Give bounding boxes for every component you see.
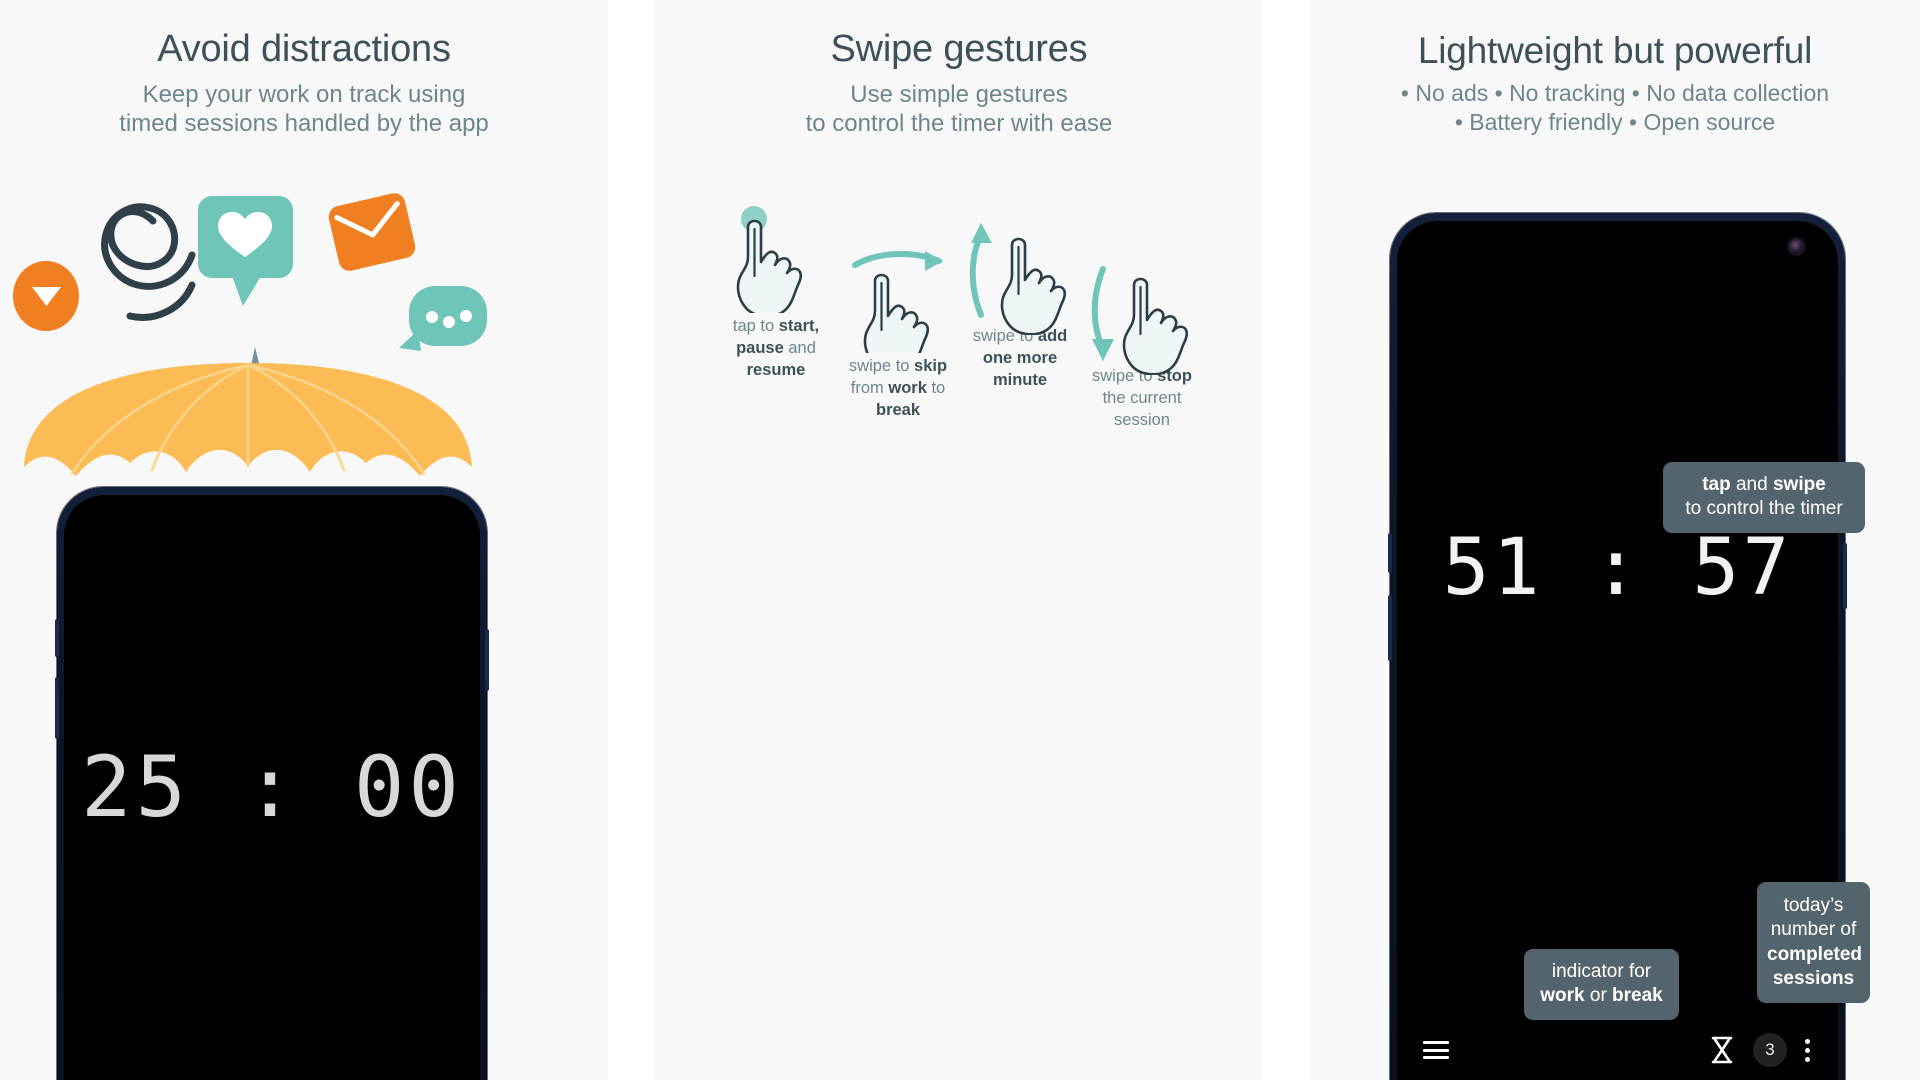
play-circle-icon (13, 261, 79, 331)
gesture-legend: tap to start, pause and resume swipe to … (655, 205, 1263, 432)
hand-swipe-down-icon (1091, 266, 1189, 376)
gesture-swipe-down-caption: swipe to stop the current session (1092, 367, 1192, 429)
timer-display-3: 51 : 57 (1442, 523, 1793, 613)
bottom-bar-left (1423, 1041, 1449, 1059)
gesture-swipe-right-caption: swipe to skip from work to break (848, 357, 948, 419)
app-bottom-bar: 3 (1405, 1020, 1830, 1080)
panel-swipe-gestures: Swipe gestures Use simple gestures to co… (655, 0, 1263, 1080)
gesture-swipe-right-art (837, 245, 959, 372)
tooltip-tap-and-swipe-line1: tap and swipe (1702, 474, 1826, 495)
panel2-header: Swipe gestures Use simple gestures to co… (655, 0, 1263, 138)
tooltip-sessions-line4: sessions (1772, 967, 1855, 989)
phone3-camera-icon (1789, 239, 1804, 254)
bottom-bar-right: 3 (1709, 1033, 1810, 1067)
panel1-subtitle-line1: Keep your work on track using (142, 80, 466, 108)
envelope-icon (328, 193, 416, 271)
panel1-subtitle: Keep your work on track using timed sess… (0, 80, 608, 139)
gesture-swipe-right: swipe to skip from work to break (837, 245, 959, 422)
panel3-subtitle-line1: • No ads • No tracking • No data collect… (1400, 80, 1830, 107)
phone1-side-button-b (55, 677, 59, 739)
panel-divider-2 (1263, 0, 1310, 1080)
panel-divider-1 (608, 0, 655, 1080)
phone3-side-button-a (1388, 533, 1392, 573)
panel1-header: Avoid distractions Keep your work on tra… (0, 0, 608, 138)
panel2-title: Swipe gestures (830, 28, 1088, 70)
panel3-header: Lightweight but powerful • No ads • No t… (1310, 0, 1920, 137)
panel1-subtitle-line2: timed sessions handled by the app (119, 109, 489, 137)
sessions-count-badge[interactable]: 3 (1753, 1033, 1787, 1067)
phone3-side-button-b (1388, 595, 1392, 661)
paperclip-icon (101, 203, 196, 321)
timer-display-1: 25 : 00 (80, 738, 463, 836)
gesture-swipe-up: swipe to add one more minute (959, 215, 1081, 392)
phone3-side-button-c (1843, 543, 1847, 609)
gesture-swipe-down-art (1081, 255, 1203, 376)
gesture-swipe-up-caption: swipe to add one more minute (972, 327, 1068, 389)
tooltip-sessions-line2: number of (1770, 919, 1857, 941)
gesture-swipe-down: swipe to stop the current session (1081, 255, 1203, 432)
hamburger-menu-icon[interactable] (1423, 1041, 1449, 1059)
tooltip-tap-and-swipe-line2: to control the timer (1685, 498, 1843, 520)
panel2-subtitle-line2: to control the timer with ease (805, 109, 1113, 137)
panel3-subtitle-line2: • Battery friendly • Open source (1454, 109, 1776, 136)
phone1-screen[interactable]: 25 : 00 (64, 495, 480, 1080)
gesture-tap-caption: tap to start, pause and resume (732, 317, 820, 379)
tooltip-sessions-line3: completed (1767, 943, 1863, 965)
panel-avoid-distractions: Avoid distractions Keep your work on tra… (0, 0, 608, 1080)
tooltip-tap-and-swipe: tap and swipe to control the timer (1663, 462, 1865, 533)
panel1-title: Avoid distractions (157, 28, 451, 70)
phone1-side-button-c (485, 629, 489, 691)
store-screenshot-strip: Avoid distractions Keep your work on tra… (0, 0, 1920, 1080)
panel2-subtitle-line1: Use simple gestures (850, 80, 1068, 108)
hand-swipe-right-icon (852, 251, 943, 372)
hourglass-icon[interactable] (1709, 1035, 1735, 1065)
phone1-side-button-a (55, 619, 59, 657)
phone-mockup-1: 25 : 00 (55, 487, 489, 1080)
three-dot-overflow-icon[interactable] (1805, 1038, 1810, 1062)
panel3-title: Lightweight but powerful (1417, 30, 1813, 71)
gesture-tap-art (715, 205, 837, 318)
heart-speech-bubble-icon (198, 196, 293, 306)
tooltip-completed-sessions: today’s number of completed sessions (1757, 882, 1870, 1004)
gesture-swipe-up-art (959, 215, 1081, 336)
chat-bubble-dots-icon (399, 286, 487, 351)
tooltip-indicator-line1: indicator for (1551, 961, 1652, 982)
panel2-subtitle: Use simple gestures to control the timer… (655, 80, 1263, 139)
umbrella-icon (24, 347, 472, 476)
tooltip-sessions-line1: today’s (1783, 895, 1844, 916)
hand-tap-icon (736, 206, 803, 318)
phone1-bezel: 25 : 00 (64, 495, 480, 1080)
gesture-tap: tap to start, pause and resume (715, 205, 837, 382)
hand-swipe-up-icon (969, 223, 1067, 336)
tooltip-work-or-break: indicator for work or break (1524, 949, 1679, 1020)
panel3-subtitle: • No ads • No tracking • No data collect… (1310, 79, 1920, 137)
tooltip-indicator-line2: work or break (1540, 985, 1663, 1007)
